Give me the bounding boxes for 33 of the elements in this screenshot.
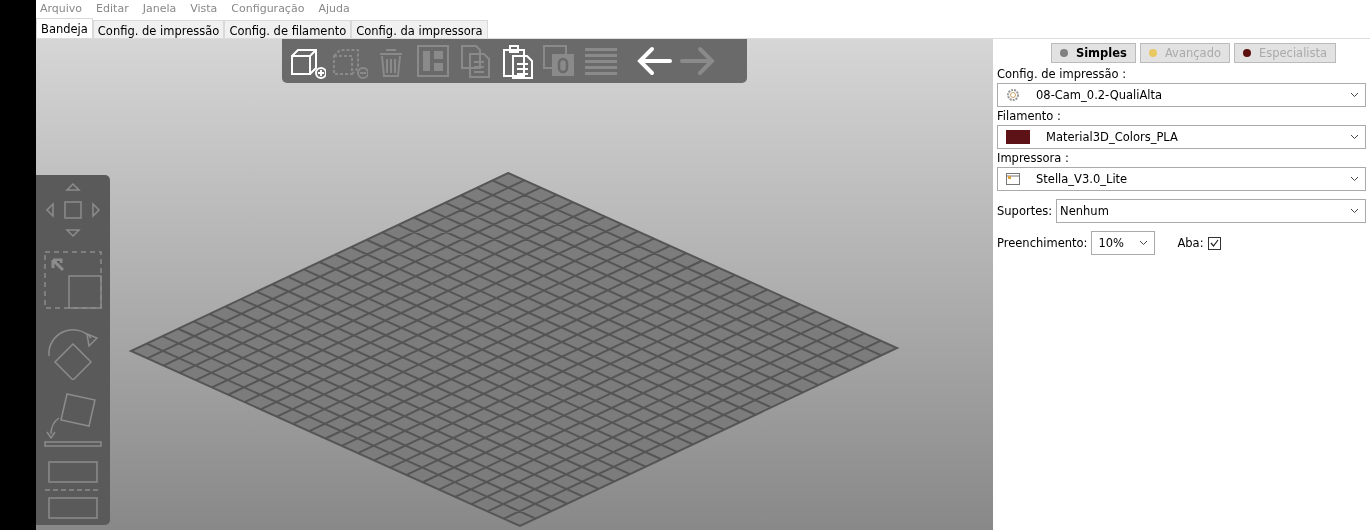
- field-label: Aba:: [1177, 236, 1204, 250]
- supports-dropdown[interactable]: Nenhum: [1056, 199, 1366, 223]
- menu-item[interactable]: Editar: [96, 1, 129, 15]
- printer-icon: [1006, 173, 1020, 185]
- tab[interactable]: Bandeja: [36, 18, 93, 38]
- tab[interactable]: Config. de filamento: [224, 20, 352, 38]
- tab[interactable]: Config. da impressora: [351, 20, 488, 38]
- field-label: Preenchimento:: [997, 236, 1088, 250]
- preset-dropdown[interactable]: Stella_V3.0_Lite: [997, 167, 1366, 191]
- infill-dropdown[interactable]: 10%: [1091, 231, 1156, 255]
- menu-item[interactable]: Janela: [142, 1, 177, 15]
- gear-icon: [1006, 88, 1020, 102]
- move-arrows-icon[interactable]: [43, 180, 103, 240]
- menu-item[interactable]: Vista: [190, 1, 218, 15]
- tab[interactable]: Config. de impressão: [92, 20, 225, 38]
- checkbox[interactable]: [1207, 236, 1221, 250]
- scale-icon[interactable]: [43, 250, 103, 310]
- field-label: Filamento :: [997, 109, 1062, 123]
- chevron-down-icon: [1350, 92, 1359, 98]
- menu-item[interactable]: Arquivo: [40, 1, 83, 15]
- menu-item[interactable]: Configuração: [231, 1, 305, 15]
- chevron-down-icon: [1350, 176, 1359, 182]
- preset-dropdown[interactable]: Material3D_Colors_PLA: [997, 125, 1366, 149]
- field-label: Suportes:: [997, 204, 1053, 218]
- preset-dropdown[interactable]: 08-Cam_0.2-QualiAlta: [997, 83, 1366, 107]
- field-label: Config. de impressão :: [997, 67, 1128, 81]
- chevron-down-icon: [1139, 240, 1149, 246]
- chevron-down-icon: [1350, 208, 1359, 214]
- lay-flat-icon[interactable]: [43, 390, 103, 450]
- chevron-down-icon: [1350, 134, 1359, 140]
- field-label: Impressora :: [997, 151, 1070, 165]
- mode-button[interactable]: Simples: [1050, 43, 1136, 63]
- menu-item[interactable]: Ajuda: [318, 1, 350, 15]
